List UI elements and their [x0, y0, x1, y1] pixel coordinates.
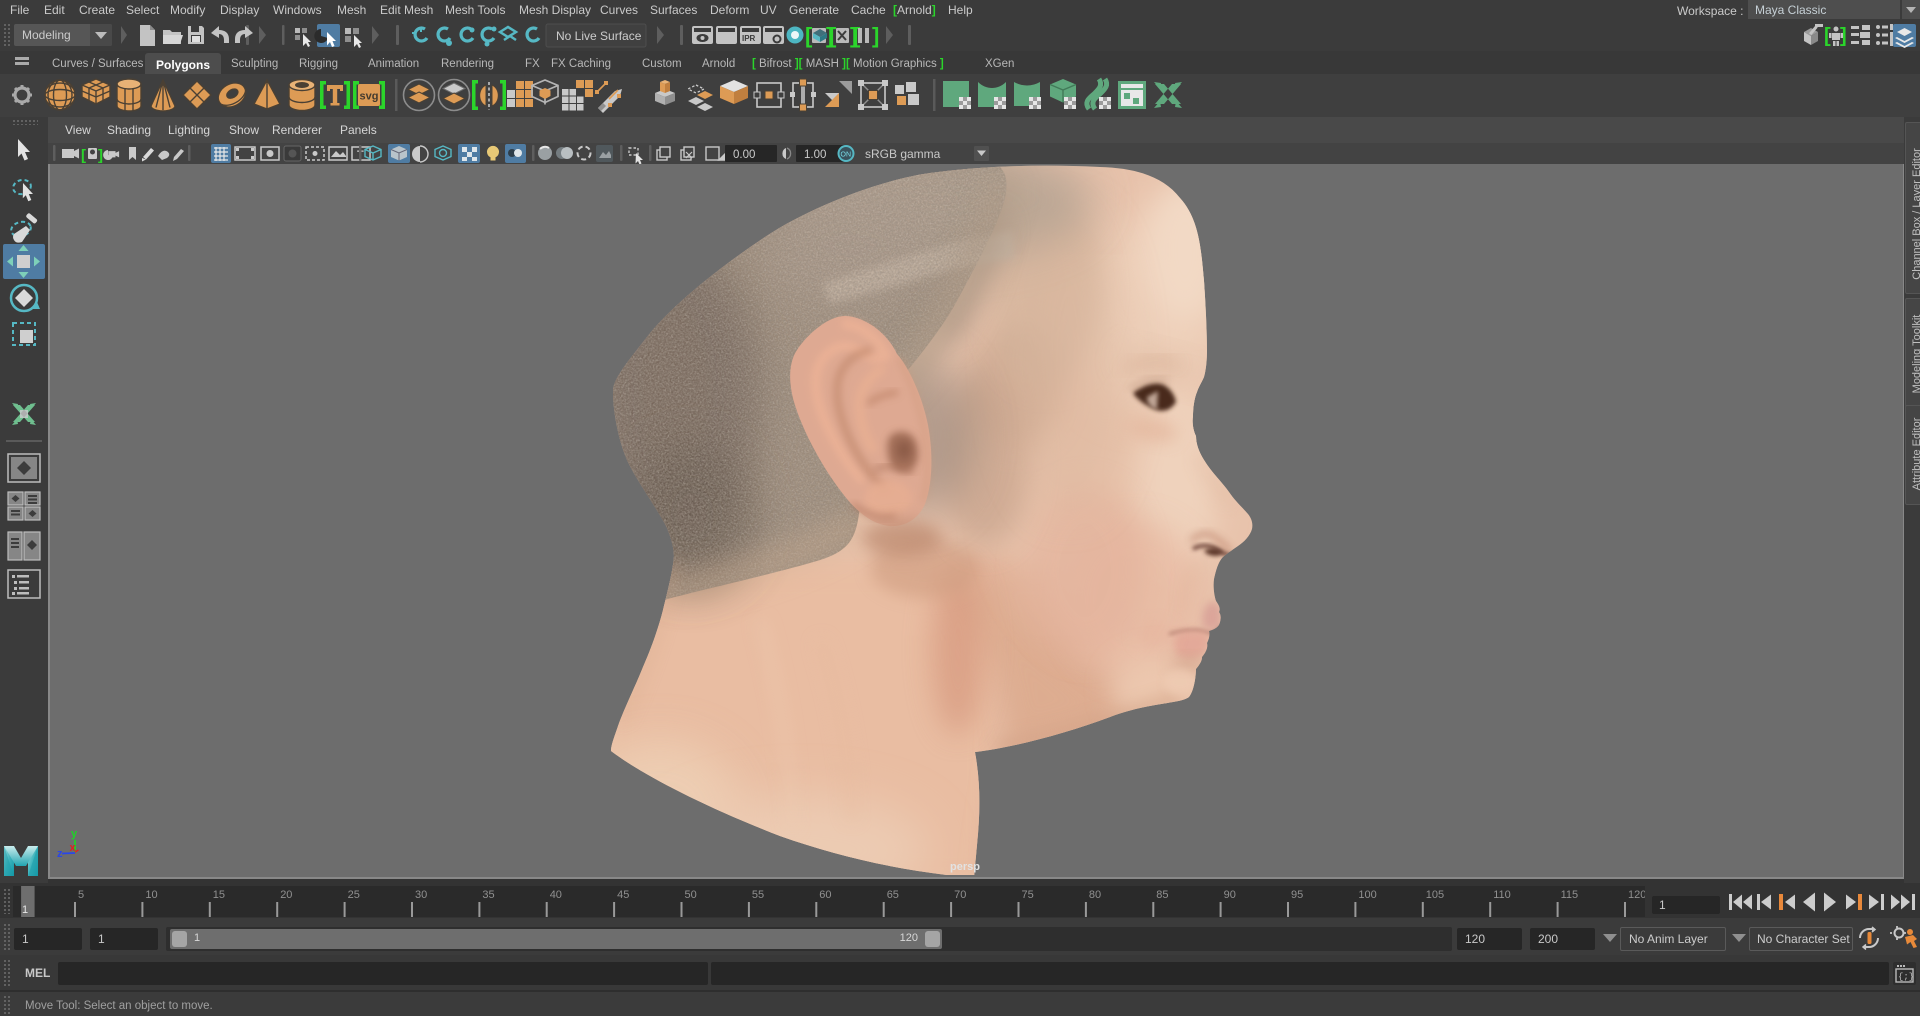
- svg-text:45: 45: [617, 889, 629, 901]
- svg-text:5: 5: [78, 889, 84, 901]
- svg-text:[: [: [81, 147, 86, 164]
- svg-text:svg: svg: [360, 91, 379, 103]
- svg-text:x: x: [70, 842, 77, 854]
- svg-text:105: 105: [1426, 889, 1444, 901]
- svg-text:No Live Surface: No Live Surface: [556, 29, 642, 43]
- svg-text:25: 25: [348, 889, 360, 901]
- svg-text:35: 35: [482, 889, 494, 901]
- svg-text:95: 95: [1291, 889, 1303, 901]
- svg-text:1.00: 1.00: [804, 149, 826, 161]
- svg-text:[: [: [829, 23, 837, 48]
- svg-text:40: 40: [550, 889, 562, 901]
- svg-text:60: 60: [819, 889, 831, 901]
- svg-text:0.00: 0.00: [733, 149, 755, 161]
- svg-text:]: ]: [98, 147, 103, 164]
- svg-text:]: ]: [872, 23, 879, 48]
- svg-text:persp: persp: [950, 861, 980, 873]
- svg-text:30: 30: [415, 889, 427, 901]
- svg-text:100: 100: [1358, 889, 1376, 901]
- svg-text:ON: ON: [841, 152, 852, 159]
- svg-text:55: 55: [752, 889, 764, 901]
- svg-text:75: 75: [1022, 889, 1034, 901]
- svg-text:80: 80: [1089, 889, 1101, 901]
- svg-text:65: 65: [887, 889, 899, 901]
- svg-text:10: 10: [145, 889, 157, 901]
- svg-text:1: 1: [22, 904, 28, 916]
- svg-text:50: 50: [685, 889, 697, 901]
- svg-text:z: z: [57, 848, 63, 860]
- svg-text:115: 115: [1561, 889, 1579, 901]
- svg-text:120: 120: [1628, 889, 1645, 901]
- svg-text:sRGB gamma: sRGB gamma: [865, 147, 941, 161]
- svg-text:85: 85: [1156, 889, 1168, 901]
- svg-text:110: 110: [1493, 889, 1511, 901]
- svg-text:15: 15: [213, 889, 225, 901]
- svg-text:y: y: [71, 828, 78, 840]
- svg-text:{;}: {;}: [1898, 972, 1914, 982]
- svg-text:90: 90: [1224, 889, 1236, 901]
- svg-text:IPR: IPR: [742, 34, 756, 43]
- svg-text:70: 70: [954, 889, 966, 901]
- svg-text:[: [: [805, 23, 813, 48]
- svg-text:20: 20: [280, 889, 292, 901]
